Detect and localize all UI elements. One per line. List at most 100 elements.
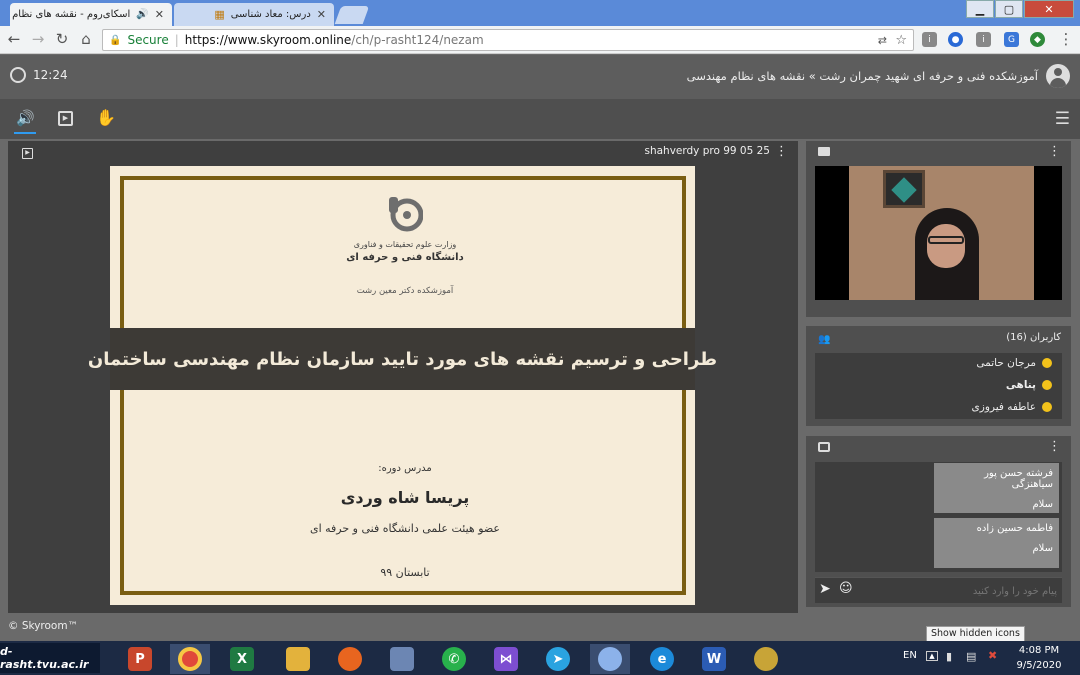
options-icon[interactable]: ⋮ bbox=[775, 144, 788, 159]
extension-icon[interactable]: i bbox=[976, 32, 991, 47]
clock-time[interactable]: 4:08 PM bbox=[1010, 645, 1068, 656]
session-time: 12:24 bbox=[33, 68, 68, 82]
globe-extension-icon[interactable]: ◆ bbox=[1030, 32, 1045, 47]
taskbar-whatsapp[interactable]: ✆ bbox=[434, 644, 474, 674]
chat-icon bbox=[818, 442, 830, 452]
user-icon bbox=[1042, 380, 1052, 390]
chat-input[interactable] bbox=[859, 581, 1057, 601]
chevron-up-icon[interactable]: ▲ bbox=[926, 651, 938, 661]
tab-skyroom[interactable]: ✕ 🔊 اسکای‌روم - نقشه های نظام ✿ bbox=[10, 3, 172, 26]
tray-icon[interactable]: ▤ bbox=[966, 650, 976, 663]
raise-hand-button[interactable]: ✋ bbox=[96, 108, 116, 127]
taskbar-telegram[interactable]: ➤ bbox=[538, 644, 578, 674]
url-host: https://www.skyroom.online bbox=[184, 33, 352, 47]
user-icon bbox=[1042, 358, 1052, 368]
clock-date[interactable]: 9/5/2020 bbox=[1010, 660, 1068, 671]
send-icon[interactable]: ➤ bbox=[819, 581, 831, 597]
message-author: فرشته حسن پور سیاهنزگی bbox=[984, 468, 1053, 490]
webcam-image bbox=[849, 166, 1034, 300]
menu-icon[interactable]: ☰ bbox=[1055, 109, 1070, 129]
users-icon: 👥 bbox=[818, 334, 831, 345]
taskbar-edge[interactable]: e bbox=[642, 644, 682, 674]
back-arrow-icon[interactable]: ← bbox=[4, 30, 24, 48]
active-indicator bbox=[14, 132, 36, 134]
forward-arrow-icon[interactable]: → bbox=[28, 30, 48, 48]
taskbar-excel[interactable]: X bbox=[222, 644, 262, 674]
taskbar-explorer[interactable] bbox=[278, 644, 318, 674]
chrome-icon bbox=[598, 647, 622, 671]
app-icon bbox=[754, 647, 778, 671]
folder-icon bbox=[286, 647, 310, 671]
instructor-name: پریسا شاه وردی bbox=[340, 488, 470, 507]
language-indicator[interactable]: EN bbox=[903, 650, 917, 661]
reload-icon[interactable]: ↻ bbox=[52, 30, 72, 48]
user-item[interactable]: مرجان حاتمی bbox=[976, 353, 1052, 373]
taskbar-firefox[interactable] bbox=[330, 644, 370, 674]
start-button[interactable]: d-rasht.tvu.ac.ir bbox=[0, 643, 100, 673]
maximize-button[interactable]: ▢ bbox=[995, 0, 1023, 18]
tab-label: درس: معاد شناسی bbox=[230, 9, 311, 20]
home-icon[interactable]: ⌂ bbox=[76, 30, 96, 48]
message-text: سلام bbox=[1032, 543, 1053, 554]
taskbar-powerpoint[interactable]: P bbox=[120, 644, 160, 674]
chat-input-bar: ➤ ☺ bbox=[815, 577, 1062, 603]
message-text: سلام bbox=[1032, 499, 1053, 510]
speaker-button[interactable]: 🔊 bbox=[16, 109, 35, 127]
url-path: /ch/p-rasht124/nezam bbox=[351, 33, 484, 47]
firefox-icon bbox=[338, 647, 362, 671]
word-icon: W bbox=[702, 647, 726, 671]
edge-icon: e bbox=[650, 647, 674, 671]
person bbox=[915, 208, 979, 300]
institute-name: آموزشکده دکتر معین رشت bbox=[356, 286, 454, 296]
tab-maad[interactable]: ✕ درس: معاد شناسی ▦ bbox=[174, 3, 334, 26]
chat-message: فرشته حسن پور سیاهنزگی سلام bbox=[934, 463, 1059, 513]
close-tab-icon[interactable]: ✕ bbox=[155, 8, 164, 21]
avatar[interactable] bbox=[1046, 64, 1070, 88]
divider: | bbox=[174, 33, 179, 47]
options-icon[interactable]: ⋮ bbox=[1048, 439, 1061, 454]
network-warning-icon[interactable]: ✖ bbox=[988, 649, 997, 662]
browser-menu-icon[interactable]: ⋮ bbox=[1056, 30, 1076, 48]
address-bar[interactable]: 🔒 Secure | https://www.skyroom.online/ch… bbox=[102, 29, 914, 51]
tooltip: Show hidden icons bbox=[926, 626, 1025, 642]
close-window-button[interactable]: ✕ bbox=[1024, 0, 1074, 18]
user-item[interactable]: پناهی bbox=[1006, 375, 1052, 395]
slide-title-band: طراحی و ترسیم نقشه های مورد تایید سازمان… bbox=[88, 328, 717, 390]
translate-extension-icon[interactable]: G bbox=[1004, 32, 1019, 47]
presentation-area: ▶ shahverdy pro 99 05 25 ⋮ وزارت علوم تح… bbox=[8, 141, 798, 613]
wall-frame bbox=[883, 170, 925, 208]
taskbar-vs[interactable]: ⋈ bbox=[486, 644, 526, 674]
taskbar-chrome-2[interactable] bbox=[590, 644, 630, 674]
tray-icon[interactable]: ▮ bbox=[946, 650, 952, 663]
translate-icon[interactable]: ⇄ bbox=[878, 34, 887, 47]
extension-icon[interactable]: i bbox=[922, 32, 937, 47]
taskbar-app[interactable] bbox=[382, 644, 422, 674]
taskbar-app-2[interactable] bbox=[746, 644, 786, 674]
emoji-icon[interactable]: ☺ bbox=[839, 581, 853, 596]
message-author: فاطمه حسین زاده bbox=[976, 523, 1053, 534]
taskbar-word[interactable]: W bbox=[694, 644, 734, 674]
app-icon bbox=[390, 647, 414, 671]
powerpoint-icon: P bbox=[128, 647, 152, 671]
new-tab-button[interactable] bbox=[334, 6, 370, 24]
play-media-button[interactable]: ▶ bbox=[58, 111, 73, 126]
room-toolbar: 🔊 ▶ ✋ ☰ bbox=[0, 99, 1080, 139]
close-tab-icon[interactable]: ✕ bbox=[317, 8, 326, 21]
app-header: 12:24 آموزشکده فنی و حرفه ای شهید چمران … bbox=[0, 55, 1080, 99]
chrome-icon bbox=[178, 647, 202, 671]
browser-tab-strip: ✕ 🔊 اسکای‌روم - نقشه های نظام ✿ ✕ درس: م… bbox=[0, 0, 1080, 26]
options-icon[interactable]: ⋮ bbox=[1048, 144, 1061, 159]
media-icon[interactable]: ▶ bbox=[22, 148, 33, 159]
users-title: کاربران (16) bbox=[1006, 332, 1061, 343]
user-item[interactable]: عاطفه فیروزی bbox=[972, 397, 1052, 417]
users-panel: 👥 کاربران (16) مرجان حاتمی پناهی عاطفه ف… bbox=[806, 326, 1071, 426]
minimize-button[interactable]: ▁ bbox=[966, 0, 994, 18]
taskbar-chrome[interactable] bbox=[170, 644, 210, 674]
speaker-icon: 🔊 bbox=[136, 9, 149, 20]
lock-icon: 🔒 bbox=[109, 34, 122, 46]
university-logo bbox=[387, 193, 424, 233]
slide: وزارت علوم تحقیقات و فناوری دانشگاه فنی … bbox=[88, 166, 717, 605]
video-panel: ⋮ bbox=[806, 141, 1071, 317]
bookmark-star-icon[interactable]: ☆ bbox=[895, 33, 907, 48]
search-extension-icon[interactable]: ● bbox=[948, 32, 963, 47]
